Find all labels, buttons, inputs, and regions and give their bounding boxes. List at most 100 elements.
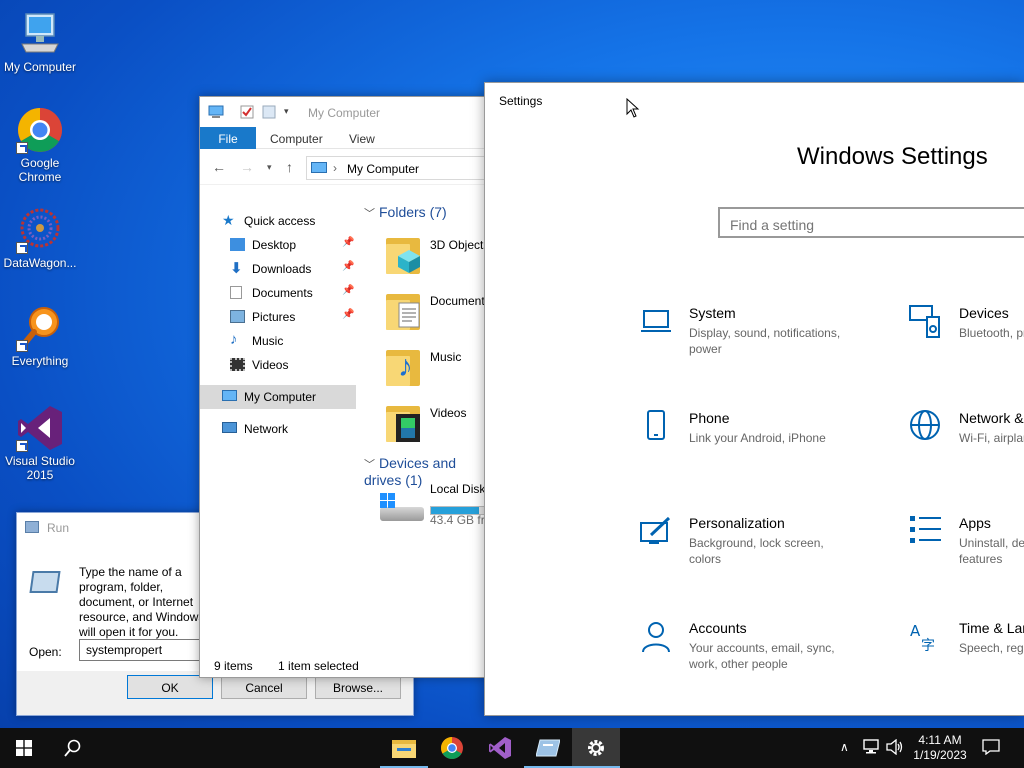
nav-documents[interactable]: Documents 📌	[200, 281, 356, 305]
run-title: Run	[47, 521, 70, 535]
pin-icon[interactable]: 📌	[342, 285, 354, 296]
taskbar-chrome[interactable]	[428, 728, 476, 768]
folder-documents-icon[interactable]	[386, 290, 420, 330]
nav-music[interactable]: ♪ Music	[200, 329, 356, 353]
shortcut-arrow-icon	[16, 142, 28, 154]
network-status-icon[interactable]	[862, 739, 880, 758]
desktop-icon-everything[interactable]: Everything	[0, 304, 80, 368]
globe-icon	[909, 410, 943, 444]
category-name: System	[689, 305, 736, 321]
tab-file[interactable]: File	[200, 127, 256, 149]
time-language-icon: A字	[909, 620, 943, 654]
clock-time: 4:11 AM	[918, 733, 962, 747]
visual-studio-icon	[489, 737, 511, 759]
nav-desktop[interactable]: Desktop 📌	[200, 233, 356, 257]
run-open-label: Open:	[29, 645, 62, 659]
devices-icon	[909, 305, 943, 339]
taskbar-clock[interactable]: 4:11 AM 1/19/2023	[912, 733, 968, 763]
settings-search-input[interactable]	[718, 207, 1024, 238]
desktop-icon-label: DataWagon...	[3, 256, 77, 270]
category-description: Speech, region, date	[959, 641, 1024, 655]
tab-computer[interactable]: Computer	[270, 127, 323, 149]
folder-music-icon[interactable]: ♪	[386, 346, 420, 386]
properties-icon[interactable]	[240, 105, 254, 119]
category-name: Personalization	[689, 515, 785, 531]
run-program-icon	[29, 571, 61, 593]
computer-icon	[16, 10, 64, 58]
customize-toolbar-chevron-icon[interactable]: ▾	[284, 106, 294, 120]
ribbon-tabs: File Computer View	[200, 127, 488, 149]
search-button[interactable]	[48, 728, 96, 768]
folders-section-header[interactable]: ﹀ Folders (7)	[364, 204, 447, 221]
person-icon	[639, 620, 673, 654]
taskbar-visual-studio[interactable]	[476, 728, 524, 768]
desktop-icon-chrome[interactable]: Google Chrome	[0, 106, 80, 184]
nav-quick-access[interactable]: ★ Quick access	[200, 209, 356, 233]
run-cancel-button[interactable]: Cancel	[221, 675, 307, 699]
notifications-icon[interactable]	[982, 739, 1000, 758]
desktop-folder-icon	[230, 238, 245, 251]
documents-icon	[230, 286, 242, 299]
explorer-title-bar[interactable]: ▾ My Computer	[200, 97, 488, 127]
nav-label: Music	[252, 334, 284, 348]
search-icon	[64, 739, 81, 757]
address-bar[interactable]: › My Computer	[306, 156, 488, 180]
folder-videos-icon[interactable]	[386, 402, 420, 442]
desktop-icon-label: Everything	[11, 354, 69, 368]
everything-search-icon	[16, 304, 64, 352]
start-button[interactable]	[0, 728, 48, 768]
taskbar: ∧ 4:11 AM 1/19/2023	[0, 728, 1024, 768]
taskbar-settings[interactable]	[572, 728, 620, 768]
nav-label: Downloads	[252, 262, 312, 276]
breadcrumb-chevron-icon: ›	[333, 161, 337, 175]
desktop-icon-label: Google Chrome	[18, 156, 62, 184]
show-hidden-icons-chevron-icon[interactable]: ∧	[840, 740, 849, 754]
pictures-icon	[230, 310, 245, 323]
folder-3d-objects-icon[interactable]	[386, 234, 420, 274]
tab-view[interactable]: View	[349, 127, 375, 149]
svg-text:字: 字	[921, 638, 935, 654]
pin-icon[interactable]: 📌	[342, 261, 354, 272]
nav-my-computer[interactable]: My Computer	[200, 385, 356, 409]
back-arrow-icon[interactable]: ←	[212, 159, 226, 175]
desktop-icon-visual-studio[interactable]: Visual Studio 2015	[0, 404, 80, 482]
new-folder-icon[interactable]	[262, 105, 276, 119]
category-name: Apps	[959, 515, 991, 531]
nav-pictures[interactable]: Pictures 📌	[200, 305, 356, 329]
local-disk-icon[interactable]	[380, 493, 424, 525]
nav-videos[interactable]: Videos	[200, 353, 356, 377]
shortcut-arrow-icon	[16, 242, 28, 254]
file-explorer-icon	[392, 740, 416, 758]
taskbar-file-explorer[interactable]	[380, 728, 428, 768]
volume-icon[interactable]	[886, 738, 904, 758]
recent-locations-chevron-icon[interactable]: ▾	[267, 162, 272, 173]
settings-window[interactable]: Settings Windows Settings System Display…	[484, 82, 1024, 716]
nav-network[interactable]: Network	[200, 417, 356, 441]
desktop-icon-datawagon[interactable]: DataWagon...	[0, 206, 80, 270]
datawagon-icon	[16, 206, 64, 254]
category-description: Uninstall, defaults, optional features	[959, 536, 1024, 566]
explorer-status-bar: 9 items 1 item selected	[200, 653, 488, 677]
desktop-icon-my-computer[interactable]: My Computer	[0, 10, 80, 74]
status-selected: 1 item selected	[278, 659, 359, 673]
nav-downloads[interactable]: ⬇ Downloads 📌	[200, 257, 356, 281]
address-text: My Computer	[347, 162, 420, 176]
category-description: Background, lock screen, colors	[689, 536, 824, 566]
drive-name: Local Disk (C:)	[430, 482, 488, 496]
nav-label: Desktop	[252, 238, 297, 252]
run-ok-button[interactable]: OK	[127, 675, 213, 699]
taskbar-run[interactable]	[524, 728, 572, 768]
music-note-icon: ♪	[230, 331, 238, 348]
settings-gear-icon	[588, 740, 604, 756]
paint-icon	[639, 515, 673, 549]
forward-arrow-icon[interactable]: →	[240, 159, 254, 175]
nav-label: Quick access	[244, 214, 316, 228]
file-explorer-window[interactable]: ▾ My Computer File Computer View ← → ▾ ↑…	[199, 96, 489, 678]
pin-icon[interactable]: 📌	[342, 237, 354, 248]
settings-heading: Windows Settings	[797, 143, 988, 170]
pin-icon[interactable]: 📌	[342, 309, 354, 320]
run-browse-button[interactable]: Browse...	[315, 675, 401, 699]
desktop-icon-label: Visual Studio 2015	[5, 454, 75, 482]
folder-label: Videos	[430, 406, 467, 420]
up-arrow-icon[interactable]: ↑	[286, 159, 293, 175]
